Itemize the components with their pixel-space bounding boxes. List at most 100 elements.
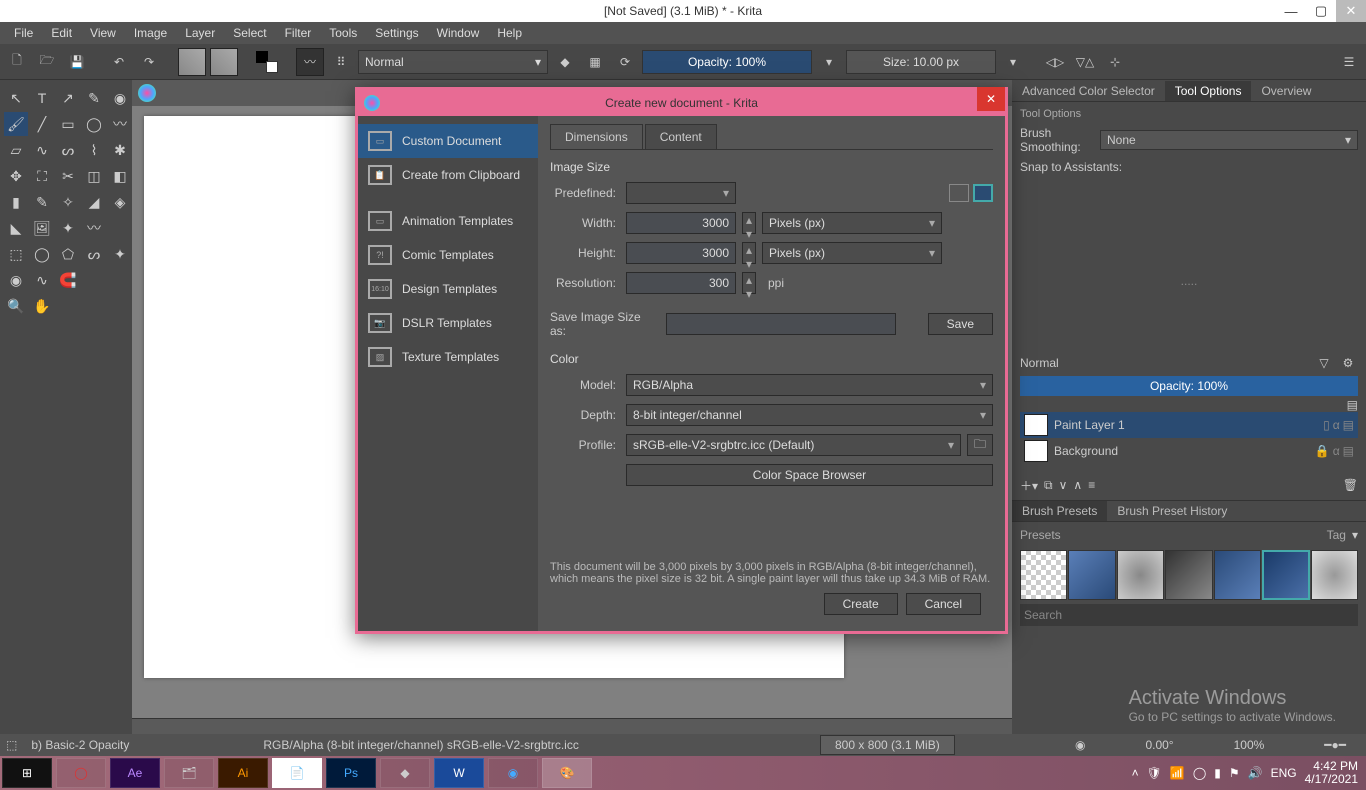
close-button[interactable]: ✕ xyxy=(1336,0,1366,22)
reload-preset-button[interactable]: ⟳ xyxy=(612,49,638,75)
layer-props-button[interactable]: ≡ xyxy=(1088,478,1095,492)
color-space-browser-button[interactable]: Color Space Browser xyxy=(626,464,993,486)
opacity-slider[interactable]: Opacity: 100% xyxy=(642,50,812,74)
smart-patch-tool[interactable]: ✧ xyxy=(56,190,80,214)
minimize-button[interactable]: — xyxy=(1276,0,1306,22)
tray-clock[interactable]: 4:42 PM 4/17/2021 xyxy=(1305,760,1358,786)
sidebar-custom-document[interactable]: ▭Custom Document xyxy=(358,124,538,158)
brush-preset-selected[interactable] xyxy=(1262,550,1310,600)
pattern-edit-tool[interactable]: ◉ xyxy=(108,86,132,110)
tag-filter-select[interactable] xyxy=(1067,526,1321,544)
mirror-v-button[interactable]: ▽△ xyxy=(1072,49,1098,75)
taskbar-aftereffects[interactable]: Ae xyxy=(110,758,160,788)
height-spinner[interactable]: ▴▾ xyxy=(742,242,756,264)
brush-settings-button[interactable]: ⠿ xyxy=(328,49,354,75)
sidebar-design-templates[interactable]: 16:10Design Templates xyxy=(358,272,538,306)
status-selection-icon[interactable]: ⬚ xyxy=(6,738,17,752)
zoom-tool[interactable]: 🔍 xyxy=(4,294,28,318)
layer-paint-layer-1[interactable]: Paint Layer 1 ▯α▤ xyxy=(1020,412,1358,438)
dialog-close-button[interactable]: ✕ xyxy=(977,87,1005,111)
brush-preset-marker[interactable] xyxy=(1214,550,1261,600)
calligraphy-tool[interactable]: ✎ xyxy=(82,86,106,110)
assistants-tool[interactable]: ◈ xyxy=(108,190,132,214)
width-unit-select[interactable]: Pixels (px) xyxy=(762,212,942,234)
menu-view[interactable]: View xyxy=(82,24,124,42)
tray-network-icon[interactable]: 📶 xyxy=(1170,766,1185,780)
orientation-portrait[interactable] xyxy=(973,184,993,202)
menu-edit[interactable]: Edit xyxy=(43,24,80,42)
layer-lock-icon[interactable]: 🔒 xyxy=(1315,444,1330,458)
undo-button[interactable]: ↶ xyxy=(106,49,132,75)
menu-settings[interactable]: Settings xyxy=(367,24,426,42)
sidebar-clipboard[interactable]: 📋Create from Clipboard xyxy=(358,158,538,192)
tray-up-icon[interactable]: ˄ xyxy=(1132,766,1139,780)
line-tool[interactable]: ╱ xyxy=(30,112,54,136)
alpha-lock-toggle[interactable]: ▦ xyxy=(582,49,608,75)
menu-layer[interactable]: Layer xyxy=(177,24,223,42)
sidebar-dslr-templates[interactable]: 📷DSLR Templates xyxy=(358,306,538,340)
tab-tool-options[interactable]: Tool Options xyxy=(1165,81,1252,101)
freehand-path-tool[interactable]: ᔕ xyxy=(56,138,80,162)
ellipse-tool[interactable]: ◯ xyxy=(82,112,106,136)
new-file-button[interactable]: 🗋 xyxy=(4,49,30,75)
tag-dropdown[interactable]: ▾ xyxy=(1352,528,1358,542)
save-file-button[interactable]: 💾 xyxy=(64,49,90,75)
perspective-tool[interactable]: ◧ xyxy=(108,164,132,188)
layer-alpha-icon[interactable]: α xyxy=(1333,444,1340,458)
delete-layer-button[interactable]: 🗑 xyxy=(1343,478,1358,492)
height-input[interactable]: 3000 xyxy=(626,242,736,264)
padding3-tool[interactable] xyxy=(108,268,132,292)
redo-button[interactable]: ↷ xyxy=(136,49,162,75)
layer-background[interactable]: Background 🔒α▤ xyxy=(1020,438,1358,464)
bezier-tool[interactable]: ∿ xyxy=(30,138,54,162)
menu-help[interactable]: Help xyxy=(489,24,530,42)
measure-tool[interactable]: ◣ xyxy=(4,216,28,240)
brush-preset-eraser[interactable] xyxy=(1020,550,1067,600)
menu-filter[interactable]: Filter xyxy=(277,24,320,42)
maximize-button[interactable]: ▢ xyxy=(1306,0,1336,22)
open-file-button[interactable]: 🗁 xyxy=(34,49,60,75)
brush-preset-soft[interactable] xyxy=(1117,550,1164,600)
text-tool[interactable]: T xyxy=(30,86,54,110)
layer-settings-icon[interactable]: ⚙ xyxy=(1338,356,1358,370)
height-unit-select[interactable]: Pixels (px) xyxy=(762,242,942,264)
menu-select[interactable]: Select xyxy=(225,24,274,42)
taskbar-photoshop[interactable]: Ps xyxy=(326,758,376,788)
color-picker-tool[interactable]: ✎ xyxy=(30,190,54,214)
opacity-dropdown[interactable]: ▾ xyxy=(816,49,842,75)
horizontal-scrollbar[interactable] xyxy=(132,718,1012,734)
depth-select[interactable]: 8-bit integer/channel xyxy=(626,404,993,426)
color-select-tool[interactable]: ◉ xyxy=(4,268,28,292)
tab-overview[interactable]: Overview xyxy=(1251,81,1321,101)
blend-mode-select[interactable]: Normal▾ xyxy=(358,50,548,74)
layer-props-icon[interactable]: ▤ xyxy=(1347,398,1358,412)
edit-shapes-tool[interactable]: ↗ xyxy=(56,86,80,110)
gradient-swatch[interactable] xyxy=(178,48,206,76)
bezier-select-tool[interactable]: ∿ xyxy=(30,268,54,292)
padding-tool[interactable] xyxy=(108,216,132,240)
rect-select-tool[interactable]: ⬚ xyxy=(4,242,28,266)
layer-blend-select[interactable]: Normal xyxy=(1020,356,1310,370)
layer-alpha-icon[interactable]: α xyxy=(1333,418,1340,432)
menu-file[interactable]: File xyxy=(6,24,41,42)
polygon-tool[interactable]: ▱ xyxy=(4,138,28,162)
freehand-select-tool[interactable]: ᔕ xyxy=(82,242,106,266)
document-tab-icon[interactable] xyxy=(138,84,156,102)
sidebar-texture-templates[interactable]: ▨Texture Templates xyxy=(358,340,538,374)
layer-filter-icon[interactable]: ▽ xyxy=(1314,356,1334,370)
layer-opacity-slider[interactable]: Opacity: 100% xyxy=(1020,376,1358,396)
resolution-spinner[interactable]: ▴▾ xyxy=(742,272,756,294)
padding2-tool[interactable] xyxy=(82,268,106,292)
profile-select[interactable]: sRGB-elle-V2-srgbtrc.icc (Default) xyxy=(626,434,961,456)
cancel-button[interactable]: Cancel xyxy=(906,593,981,615)
tray-volume-icon[interactable]: 🔊 xyxy=(1248,766,1263,780)
contiguous-select-tool[interactable]: ✦ xyxy=(108,242,132,266)
brush-preset-button[interactable]: 〰 xyxy=(296,48,324,76)
resolution-input[interactable]: 300 xyxy=(626,272,736,294)
taskbar-opera[interactable]: ◯ xyxy=(56,758,106,788)
size-dropdown[interactable]: ▾ xyxy=(1000,49,1026,75)
width-input[interactable]: 3000 xyxy=(626,212,736,234)
pattern-swatch[interactable] xyxy=(210,48,238,76)
reference-tool[interactable]: 🖼 xyxy=(30,216,54,240)
ellipse-select-tool[interactable]: ◯ xyxy=(30,242,54,266)
